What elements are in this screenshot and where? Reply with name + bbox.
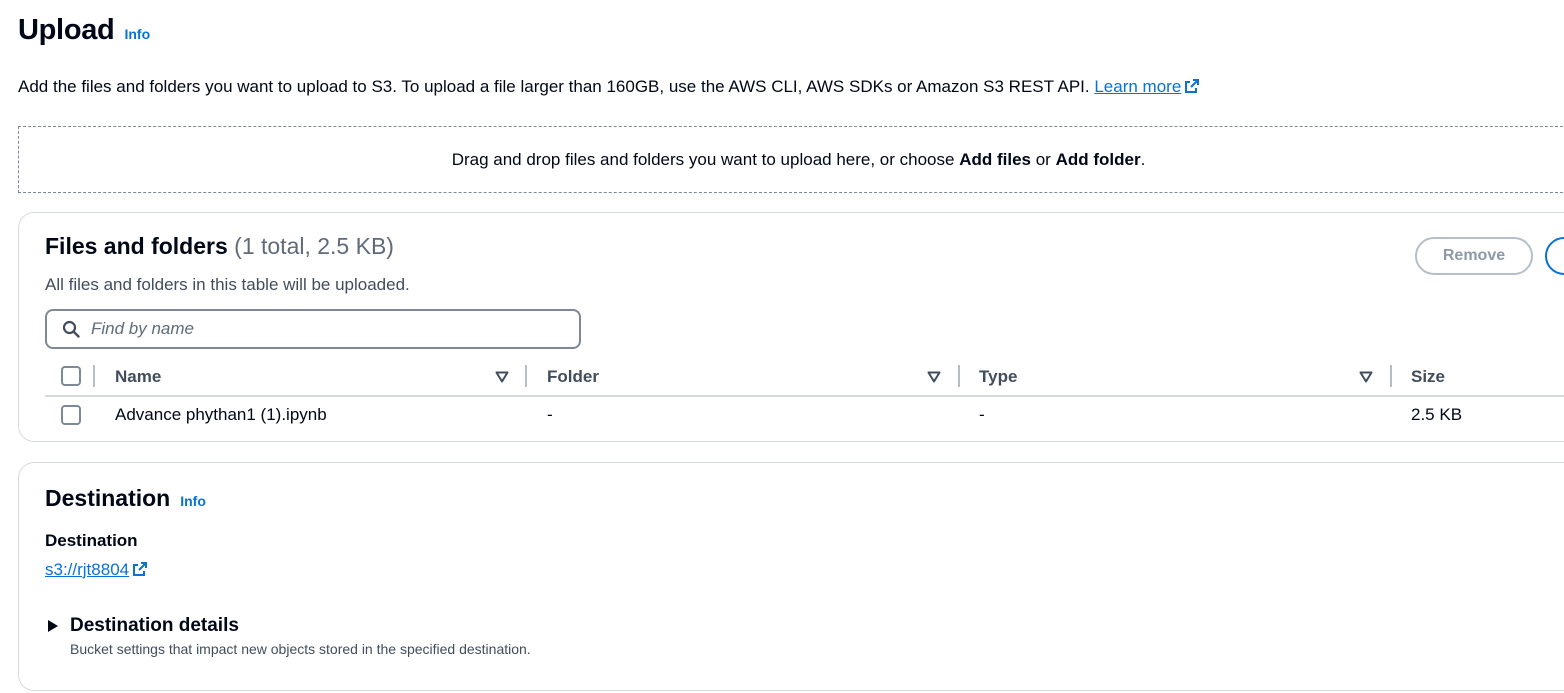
column-header-folder[interactable]: Folder — [547, 367, 599, 387]
sort-icon[interactable] — [495, 371, 509, 383]
column-separator[interactable] — [1390, 365, 1392, 387]
page-header: Upload Info — [18, 14, 150, 47]
learn-more-link[interactable]: Learn more — [1094, 77, 1200, 96]
page-description: Add the files and folders you want to up… — [18, 77, 1200, 97]
external-link-icon — [1185, 79, 1200, 93]
caret-right-icon — [48, 620, 58, 632]
destination-panel-title: Destination Info — [45, 485, 206, 512]
external-link-icon — [133, 562, 148, 576]
info-link[interactable]: Info — [124, 26, 150, 42]
destination-details-title: Destination details — [70, 615, 239, 636]
destination-panel: Destination Info Destination s3://rjt880… — [18, 462, 1564, 691]
dropzone-add-files: Add files — [959, 149, 1031, 169]
column-header-name[interactable]: Name — [115, 367, 161, 387]
drop-zone[interactable]: Drag and drop files and folders you want… — [18, 126, 1564, 193]
destination-details-description: Bucket settings that impact new objects … — [70, 641, 531, 657]
page-title: Upload — [18, 14, 115, 46]
table-header-rule — [45, 395, 1564, 397]
destination-title-text: Destination — [45, 485, 171, 511]
destination-link-text: s3://rjt8804 — [45, 560, 130, 579]
sort-icon[interactable] — [1359, 371, 1373, 383]
destination-details-toggle[interactable]: Destination details — [47, 615, 239, 637]
dropzone-prefix: Drag and drop files and folders you want… — [451, 149, 955, 169]
remove-button[interactable]: Remove — [1415, 237, 1533, 275]
column-separator[interactable] — [958, 365, 960, 387]
cell-name: Advance phythan1 (1).ipynb — [115, 405, 327, 424]
dropzone-add-folder: Add folder — [1055, 149, 1141, 169]
column-separator[interactable] — [525, 365, 527, 387]
files-panel-title: Files and folders (1 total, 2.5 KB) — [45, 233, 394, 260]
row-checkbox[interactable] — [61, 405, 81, 425]
search-icon — [62, 320, 80, 338]
search-box[interactable] — [45, 309, 581, 349]
files-panel-description: All files and folders in this table will… — [45, 275, 410, 294]
destination-label: Destination — [45, 531, 138, 550]
add-files-button[interactable] — [1545, 237, 1564, 275]
learn-more-label: Learn more — [1094, 77, 1182, 96]
column-header-type[interactable]: Type — [979, 367, 1017, 387]
sort-icon[interactable] — [927, 371, 941, 383]
dropzone-suffix: . — [1140, 149, 1146, 169]
files-title-text: Files and folders — [45, 233, 228, 259]
description-text: Add the files and folders you want to up… — [18, 77, 1090, 96]
search-input[interactable] — [91, 319, 571, 339]
cell-folder: - — [547, 405, 553, 424]
destination-info-link[interactable]: Info — [180, 493, 206, 509]
cell-size: 2.5 KB — [1411, 405, 1463, 424]
dropzone-or: or — [1035, 149, 1051, 169]
column-separator — [93, 365, 95, 387]
cell-type: - — [979, 405, 985, 424]
column-header-size[interactable]: Size — [1411, 367, 1445, 387]
upload-page: Upload Info Add the files and folders yo… — [0, 0, 1564, 693]
files-panel: Files and folders (1 total, 2.5 KB) All … — [18, 212, 1564, 442]
files-count: (1 total, 2.5 KB) — [234, 233, 394, 259]
destination-link[interactable]: s3://rjt8804 — [45, 560, 148, 580]
select-all-checkbox[interactable] — [61, 366, 81, 386]
